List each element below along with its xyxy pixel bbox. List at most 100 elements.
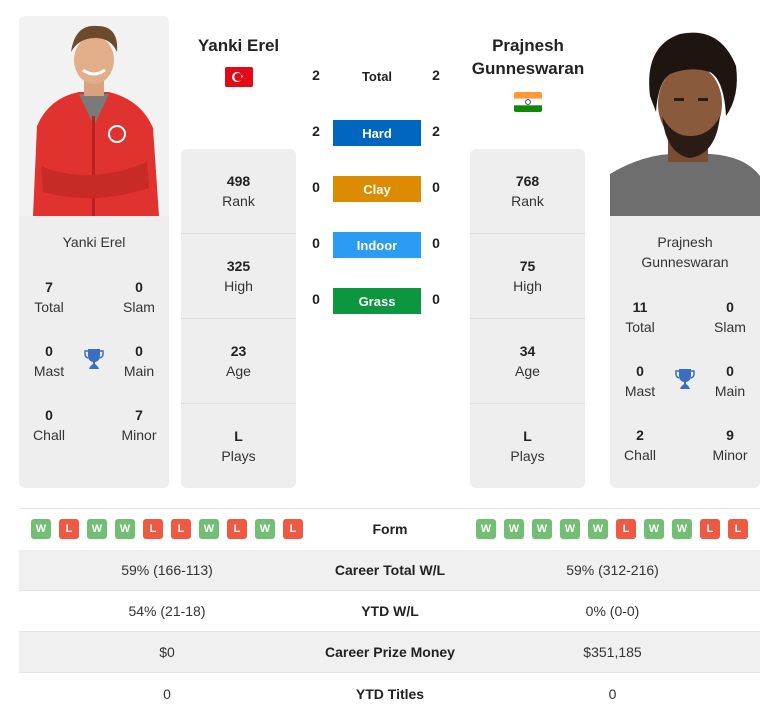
stat-value: 23 bbox=[230, 343, 247, 359]
h2h-hard-p2: 2 bbox=[432, 123, 440, 139]
india-flag-icon bbox=[514, 92, 542, 112]
stat-value: L bbox=[234, 428, 243, 444]
h2h-total-p2: 2 bbox=[432, 67, 440, 83]
player2-title-slam: 0 Slam bbox=[700, 297, 760, 337]
h2h-clay-p1: 0 bbox=[312, 179, 320, 195]
player2-title-mast: 0 Mast bbox=[610, 361, 670, 401]
surface-indoor-badge[interactable]: Indoor bbox=[333, 232, 421, 258]
player1-name[interactable]: Yanki Erel bbox=[181, 34, 296, 57]
stat-value: 34 bbox=[519, 343, 536, 359]
h2h-indoor-p2: 0 bbox=[432, 235, 440, 251]
form-badge-loss[interactable]: L bbox=[227, 519, 247, 539]
comparison-row-ytd-wl: 54% (21-18) YTD W/L 0% (0-0) bbox=[19, 591, 760, 632]
turkey-flag-icon bbox=[225, 67, 253, 87]
stat-label: Age bbox=[515, 363, 540, 379]
form-badge-loss[interactable]: L bbox=[171, 519, 191, 539]
h2h-hard-p1: 2 bbox=[312, 123, 320, 139]
h2h-grass-p1: 0 bbox=[312, 291, 320, 307]
player2-title-total: 11 Total bbox=[610, 297, 670, 337]
form-badge-win[interactable]: W bbox=[115, 519, 135, 539]
player2-card-name-line2: Gunneswaran bbox=[641, 254, 729, 270]
form-badge-win[interactable]: W bbox=[87, 519, 107, 539]
form-badge-loss[interactable]: L bbox=[283, 519, 303, 539]
title-label: Total bbox=[34, 299, 64, 315]
player1-value: 54% (21-18) bbox=[128, 603, 206, 619]
player1-value: 0 bbox=[163, 685, 171, 702]
title-label: Total bbox=[625, 319, 655, 335]
player2-name-line2: Gunneswaran bbox=[471, 59, 585, 78]
comparison-row-prize-money: $0 Career Prize Money $351,185 bbox=[19, 632, 760, 673]
player2-value: 0% (0-0) bbox=[585, 603, 640, 619]
player1-title-mast: 0 Mast bbox=[19, 341, 79, 381]
player2-card-name: Prajnesh Gunneswaran bbox=[610, 232, 760, 272]
player1-card: Yanki Erel 7 Total 0 Slam 0 Mast 0 Main … bbox=[19, 16, 169, 488]
player2-value: $351,185 bbox=[583, 644, 642, 660]
player2-photo[interactable] bbox=[610, 16, 760, 216]
player1-stat-rank: 498 Rank bbox=[181, 149, 296, 234]
comparison-row-career-wl: 59% (166-113) Career Total W/L 59% (312-… bbox=[19, 550, 760, 591]
player1-title-main: 0 Main bbox=[109, 341, 169, 381]
form-badge-loss[interactable]: L bbox=[728, 519, 748, 539]
row-label: Career Prize Money bbox=[325, 644, 455, 660]
title-value: 0 bbox=[135, 279, 143, 295]
player2-title-minor: 9 Minor bbox=[700, 425, 760, 465]
title-value: 0 bbox=[726, 299, 734, 315]
player1-title-chall: 0 Chall bbox=[19, 405, 79, 445]
form-badge-win[interactable]: W bbox=[255, 519, 275, 539]
player1-stat-plays: L Plays bbox=[181, 404, 296, 488]
stat-label: High bbox=[513, 278, 542, 294]
form-badge-loss[interactable]: L bbox=[143, 519, 163, 539]
surface-clay-badge[interactable]: Clay bbox=[333, 176, 421, 202]
player2-stats: 768 Rank 75 High 34 Age L Plays bbox=[470, 149, 585, 488]
stat-label: Plays bbox=[510, 448, 545, 464]
title-value: 9 bbox=[726, 427, 734, 443]
player2-value: 59% (312-216) bbox=[566, 562, 659, 578]
stat-value: 768 bbox=[515, 173, 540, 189]
player1-stats: 498 Rank 325 High 23 Age L Plays bbox=[181, 149, 296, 488]
h2h-indoor-p1: 0 bbox=[312, 235, 320, 251]
form-badge-win[interactable]: W bbox=[199, 519, 219, 539]
player1-title-slam: 0 Slam bbox=[109, 277, 169, 317]
player2-title-main: 0 Main bbox=[700, 361, 760, 401]
form-badge-loss[interactable]: L bbox=[59, 519, 79, 539]
form-label: Form bbox=[372, 521, 408, 537]
title-value: 0 bbox=[636, 363, 644, 379]
form-badge-win[interactable]: W bbox=[560, 519, 580, 539]
title-value: 0 bbox=[45, 343, 53, 359]
form-badge-win[interactable]: W bbox=[672, 519, 692, 539]
player1-photo[interactable] bbox=[19, 16, 169, 216]
form-badge-win[interactable]: W bbox=[588, 519, 608, 539]
stat-label: Plays bbox=[221, 448, 256, 464]
form-badge-win[interactable]: W bbox=[504, 519, 524, 539]
stat-label: Rank bbox=[222, 193, 255, 209]
h2h-clay-p2: 0 bbox=[432, 179, 440, 195]
title-label: Slam bbox=[123, 299, 155, 315]
form-badge-win[interactable]: W bbox=[532, 519, 552, 539]
surface-grass-badge[interactable]: Grass bbox=[333, 288, 421, 314]
title-label: Minor bbox=[121, 427, 157, 443]
player1-card-name: Yanki Erel bbox=[62, 234, 126, 250]
player2-value: 0 bbox=[608, 685, 617, 702]
stat-value: 498 bbox=[226, 173, 251, 189]
player1-title-minor: 7 Minor bbox=[109, 405, 169, 445]
form-badge-win[interactable]: W bbox=[476, 519, 496, 539]
form-badge-win[interactable]: W bbox=[31, 519, 51, 539]
form-badge-win[interactable]: W bbox=[644, 519, 664, 539]
stat-value: 325 bbox=[226, 258, 251, 274]
stat-label: Age bbox=[226, 363, 251, 379]
row-label: YTD W/L bbox=[361, 603, 419, 619]
stat-value: L bbox=[523, 428, 532, 444]
title-value: 0 bbox=[45, 407, 53, 423]
player2-name[interactable]: Prajnesh Gunneswaran bbox=[463, 34, 593, 80]
form-badge-loss[interactable]: L bbox=[700, 519, 720, 539]
row-label: Career Total W/L bbox=[334, 562, 446, 578]
title-label: Chall bbox=[33, 427, 65, 443]
player1-photo-image bbox=[19, 16, 169, 216]
title-value: 7 bbox=[45, 279, 53, 295]
surface-hard-badge[interactable]: Hard bbox=[333, 120, 421, 146]
player2-name-line1: Prajnesh bbox=[492, 36, 564, 55]
player1-stat-age: 23 Age bbox=[181, 319, 296, 404]
player2-stat-plays: L Plays bbox=[470, 404, 585, 488]
trophy-icon bbox=[82, 347, 106, 371]
form-badge-loss[interactable]: L bbox=[616, 519, 636, 539]
